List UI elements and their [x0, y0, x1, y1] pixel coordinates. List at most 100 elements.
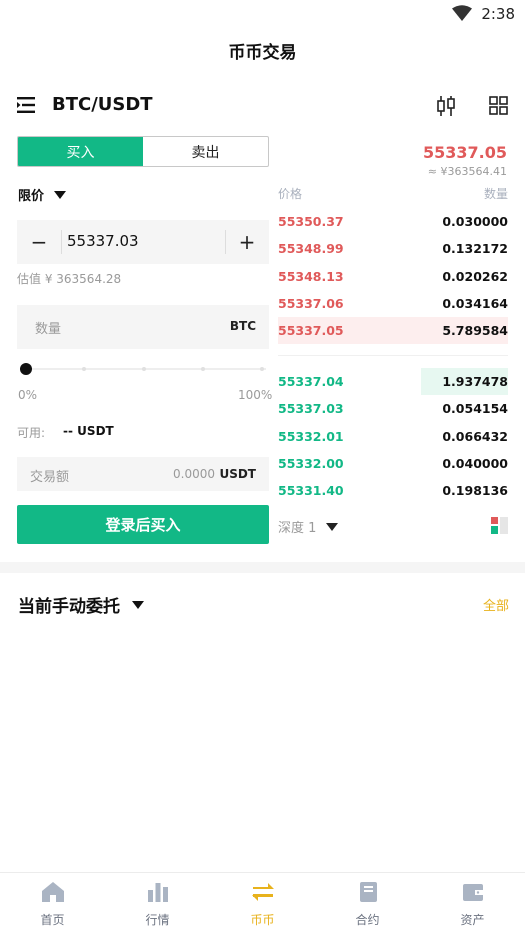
- ask-row[interactable]: 55337.05 5.789584: [278, 317, 508, 345]
- pair-header: BTC/USDT: [0, 92, 525, 120]
- caret-down-icon: [326, 522, 339, 531]
- order-type-select[interactable]: 限价: [18, 185, 67, 204]
- buy-sell-tabs: 买入 卖出: [17, 136, 269, 167]
- trade-amount-field[interactable]: 交易额 0.0000 USDT: [17, 457, 269, 491]
- increase-price-button[interactable]: +: [225, 220, 269, 264]
- all-orders-link[interactable]: 全部: [483, 595, 509, 614]
- bid-row[interactable]: 55332.00 0.040000: [278, 450, 508, 477]
- page-title: 币币交易: [228, 43, 297, 63]
- candlestick-icon[interactable]: [437, 95, 455, 121]
- nav-label: 首页: [40, 913, 65, 927]
- depth-label: 深度 1: [278, 521, 317, 536]
- nav-item-assets[interactable]: 资产: [420, 873, 525, 934]
- tab-sell[interactable]: 卖出: [143, 137, 268, 166]
- bid-row[interactable]: 55337.03 0.054154: [278, 395, 508, 422]
- order-type-label: 限价: [18, 189, 45, 204]
- ask-row[interactable]: 55350.37 0.030000: [278, 208, 508, 235]
- ask-amount: 0.034164: [442, 295, 508, 311]
- nav-item-exchange[interactable]: 币币: [210, 873, 315, 934]
- contract-book-icon: [356, 881, 380, 907]
- bid-amount: 0.054154: [442, 401, 508, 417]
- bid-price: 55332.01: [278, 428, 344, 444]
- decrease-price-button[interactable]: −: [17, 220, 61, 264]
- caret-down-icon: [54, 190, 67, 199]
- login-to-buy-button[interactable]: 登录后买入: [17, 505, 269, 544]
- bid-price: 55337.04: [278, 374, 344, 389]
- status-bar: 2:38: [0, 0, 525, 28]
- pair-name[interactable]: BTC/USDT: [52, 94, 153, 115]
- bid-price: 55332.00: [278, 455, 344, 471]
- wallet-icon: [461, 881, 485, 907]
- bid-amount: 0.040000: [442, 455, 508, 471]
- ask-row[interactable]: 55348.99 0.132172: [278, 235, 508, 262]
- market-chart-icon: [146, 881, 170, 907]
- price-column-header: 价格: [278, 187, 303, 201]
- price-input[interactable]: 55337.03: [67, 232, 139, 250]
- section-divider: [0, 562, 525, 573]
- menu-list-icon[interactable]: [17, 97, 37, 117]
- amount-placeholder: 交易额: [30, 470, 70, 485]
- bid-amount: 0.198136: [442, 483, 508, 499]
- nav-item-contract[interactable]: 合约: [315, 873, 420, 934]
- quantity-field[interactable]: 数量 BTC: [17, 305, 269, 349]
- divider: [278, 355, 508, 356]
- amount-unit: USDT: [219, 467, 256, 481]
- exchange-arrows-icon: [251, 881, 275, 907]
- nav-item-home[interactable]: 首页: [0, 873, 105, 934]
- tab-buy[interactable]: 买入: [18, 137, 143, 166]
- slider-max-label: 100%: [238, 388, 273, 402]
- status-time: 2:38: [481, 5, 515, 23]
- bottom-nav: 首页 行情 币币 合约 资产: [0, 872, 525, 934]
- orderbook-mode-icon[interactable]: [491, 517, 508, 538]
- bid-price: 55331.40: [278, 483, 344, 499]
- orderbook-header: 价格 数量: [278, 185, 508, 202]
- ask-price: 55350.37: [278, 214, 344, 229]
- quantity-placeholder: 数量: [35, 322, 62, 337]
- last-price-cny: ≈ ¥363564.41: [427, 165, 507, 178]
- current-orders-title: 当前手动委托: [18, 597, 120, 617]
- slider-min-label: 0%: [18, 388, 38, 402]
- depth-select[interactable]: 深度 1: [278, 517, 339, 536]
- bid-amount: 1.937478: [442, 374, 508, 389]
- wifi-icon: [452, 5, 472, 25]
- ask-amount: 0.020262: [442, 268, 508, 284]
- ask-row[interactable]: 55348.13 0.020262: [278, 263, 508, 290]
- ask-price: 55337.05: [278, 323, 344, 339]
- ask-amount: 0.132172: [442, 241, 508, 257]
- current-orders-select[interactable]: 当前手动委托: [18, 592, 144, 617]
- slider-step-50[interactable]: [142, 367, 146, 371]
- slider-step-75[interactable]: [201, 367, 205, 371]
- available-label: 可用:: [17, 426, 46, 440]
- percentage-slider[interactable]: [20, 362, 266, 376]
- quantity-unit: BTC: [229, 319, 256, 333]
- price-estimate: 估值 ¥ 363564.28: [17, 272, 122, 286]
- slider-step-100[interactable]: [260, 367, 264, 371]
- ask-row[interactable]: 55337.06 0.034164: [278, 290, 508, 317]
- amount-column-header: 数量: [483, 187, 508, 201]
- bid-row[interactable]: 55332.01 0.066432: [278, 423, 508, 450]
- available-balance: 可用: -- USDT: [17, 424, 114, 441]
- nav-label: 币币: [250, 913, 275, 927]
- ask-amount: 0.030000: [442, 214, 508, 229]
- bid-row[interactable]: 55331.40 0.198136: [278, 477, 508, 504]
- nav-item-market[interactable]: 行情: [105, 873, 210, 934]
- nav-label: 合约: [355, 913, 380, 927]
- ask-amount: 5.789584: [442, 323, 508, 339]
- ask-price: 55348.13: [278, 268, 344, 284]
- nav-label: 资产: [460, 913, 485, 927]
- nav-label: 行情: [145, 913, 170, 927]
- ask-price: 55348.99: [278, 241, 344, 257]
- available-value: -- USDT: [63, 424, 114, 438]
- grid-layout-icon[interactable]: [489, 96, 508, 119]
- ask-price: 55337.06: [278, 295, 344, 311]
- caret-down-icon: [132, 600, 144, 609]
- home-icon: [41, 881, 65, 907]
- bid-amount: 0.066432: [442, 428, 508, 444]
- slider-step-25[interactable]: [82, 367, 86, 371]
- bid-row[interactable]: 55337.04 1.937478: [278, 368, 508, 395]
- bid-price: 55337.03: [278, 401, 344, 417]
- price-stepper: − 55337.03 +: [17, 220, 269, 264]
- amount-value: 0.0000: [173, 467, 215, 481]
- divider: [61, 230, 62, 254]
- slider-handle[interactable]: [20, 363, 32, 375]
